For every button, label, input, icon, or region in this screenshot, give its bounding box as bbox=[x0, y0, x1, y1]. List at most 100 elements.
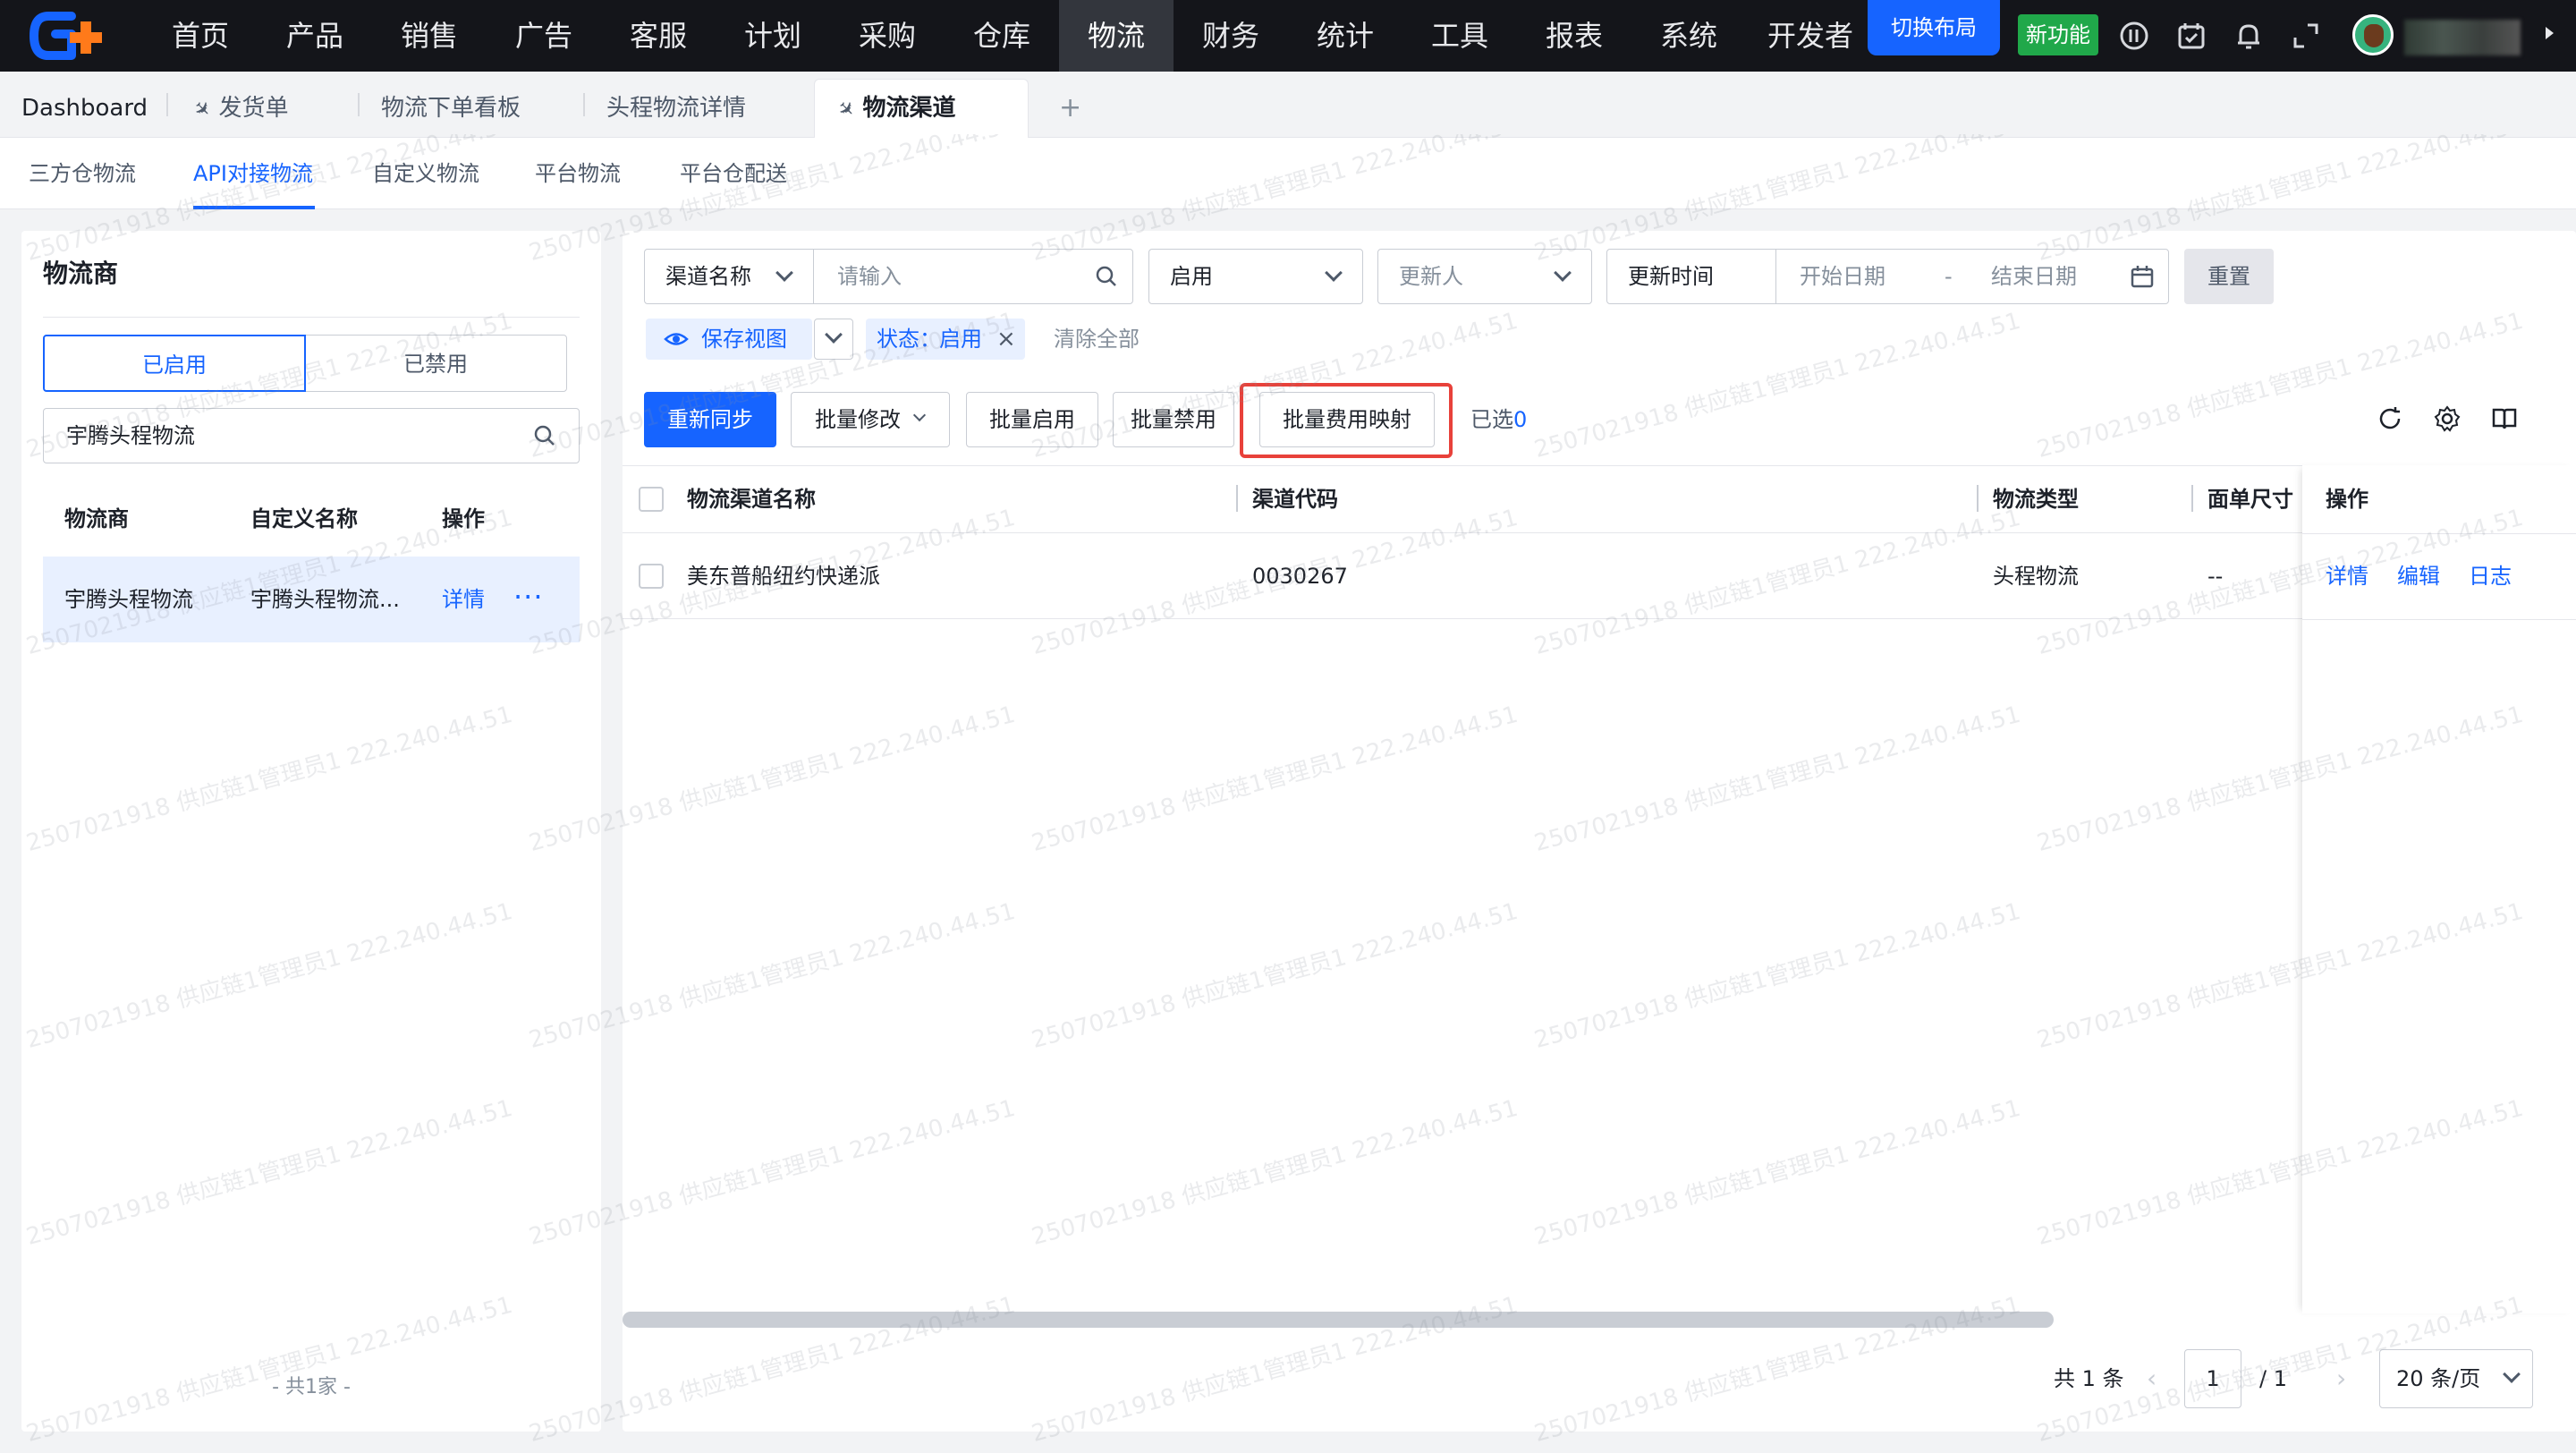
subtab-active-indicator bbox=[193, 206, 315, 209]
clear-all-link[interactable]: 清除全部 bbox=[1054, 319, 1140, 360]
nav-product[interactable]: 产品 bbox=[279, 0, 351, 72]
page-tab-first-leg-detail[interactable]: 头程物流详情 bbox=[606, 72, 746, 138]
nav-tools[interactable]: 工具 bbox=[1424, 0, 1496, 72]
page-tab-logistics-channel[interactable]: ✈ 物流渠道 bbox=[832, 72, 956, 138]
tab-divider bbox=[583, 93, 585, 116]
new-feature-button[interactable]: 新功能 bbox=[2018, 14, 2098, 55]
batch-disable-button[interactable]: 批量禁用 bbox=[1113, 392, 1234, 447]
prev-page-button[interactable]: ‹ bbox=[2147, 1349, 2157, 1408]
nav-home[interactable]: 首页 bbox=[165, 0, 236, 72]
page-tab-order-board[interactable]: 物流下单看板 bbox=[381, 72, 521, 138]
column-header-actions: 操作 bbox=[442, 506, 485, 531]
next-page-button[interactable]: › bbox=[2336, 1349, 2346, 1408]
app-logo-icon[interactable] bbox=[29, 11, 118, 61]
nav-plan[interactable]: 计划 bbox=[737, 0, 809, 72]
search-icon[interactable] bbox=[531, 422, 558, 449]
add-tab-button[interactable]: + bbox=[1059, 72, 1081, 138]
close-icon[interactable]: × bbox=[996, 319, 1016, 360]
carrier-custom-name: 宇腾头程物流... bbox=[250, 587, 400, 612]
page-tab-dashboard[interactable]: Dashboard bbox=[21, 72, 148, 138]
fullscreen-icon[interactable] bbox=[2290, 20, 2322, 52]
subtab-custom-logistics[interactable]: 自定义物流 bbox=[372, 138, 479, 209]
switch-layout-button[interactable]: 切换布局 bbox=[1868, 0, 2000, 55]
start-date-placeholder[interactable]: 开始日期 bbox=[1800, 249, 1885, 304]
nav-customer-service[interactable]: 客服 bbox=[623, 0, 694, 72]
column-header-actions: 操作 bbox=[2326, 487, 2368, 512]
nav-logistics[interactable]: 物流 bbox=[1059, 0, 1174, 72]
nav-ads[interactable]: 广告 bbox=[508, 0, 580, 72]
caret-right-icon[interactable] bbox=[2546, 27, 2554, 39]
actions-fixed-column: 操作 详情 编辑 日志 bbox=[2302, 465, 2576, 1313]
filter-tag-value: 启用 bbox=[939, 327, 982, 352]
row-checkbox[interactable] bbox=[639, 564, 664, 589]
subtab-api-logistics[interactable]: API对接物流 bbox=[193, 138, 313, 209]
subtab-platform-logistics[interactable]: 平台物流 bbox=[535, 138, 621, 209]
segment-enabled[interactable]: 已启用 bbox=[43, 335, 306, 392]
reset-button[interactable]: 重置 bbox=[2184, 249, 2274, 304]
total-pages: / 1 bbox=[2259, 1366, 2287, 1391]
save-view-button[interactable]: 保存视图 bbox=[646, 319, 812, 360]
select-all-checkbox[interactable] bbox=[639, 487, 664, 512]
segment-disabled[interactable]: 已禁用 bbox=[304, 335, 567, 392]
book-icon[interactable] bbox=[2490, 404, 2519, 433]
eye-icon bbox=[664, 333, 689, 345]
detail-link[interactable]: 详情 bbox=[2326, 533, 2368, 619]
nav-reports[interactable]: 报表 bbox=[1538, 0, 1610, 72]
column-resizer[interactable] bbox=[1977, 485, 1979, 512]
updater-placeholder: 更新人 bbox=[1399, 264, 1463, 289]
resync-button[interactable]: 重新同步 bbox=[644, 392, 776, 447]
batch-edit-button[interactable]: 批量修改 bbox=[791, 392, 950, 447]
channel-name-placeholder: 请输入 bbox=[837, 264, 902, 289]
subtab-platform-warehouse[interactable]: 平台仓配送 bbox=[680, 138, 787, 209]
nav-sales[interactable]: 销售 bbox=[394, 0, 465, 72]
nav-warehouse[interactable]: 仓库 bbox=[966, 0, 1038, 72]
batch-enable-button[interactable]: 批量启用 bbox=[966, 392, 1098, 447]
log-link[interactable]: 日志 bbox=[2469, 533, 2512, 619]
column-header-channel-code: 渠道代码 bbox=[1252, 487, 1338, 512]
page-size-select[interactable]: 20 条/页 bbox=[2379, 1349, 2533, 1408]
page-tab-shipments[interactable]: ✈ 发货单 bbox=[188, 72, 288, 138]
more-icon[interactable]: ··· bbox=[513, 557, 544, 637]
edit-link[interactable]: 编辑 bbox=[2397, 533, 2440, 619]
save-view-dropdown[interactable] bbox=[814, 319, 853, 360]
column-resizer[interactable] bbox=[1236, 485, 1238, 512]
refresh-icon[interactable] bbox=[2376, 404, 2404, 433]
tab-divider bbox=[358, 93, 360, 116]
nav-finance[interactable]: 财务 bbox=[1195, 0, 1267, 72]
page-input[interactable]: 1 bbox=[2184, 1349, 2241, 1408]
nav-developer[interactable]: 开发者 bbox=[1767, 0, 1868, 72]
selected-label: 已选 bbox=[1470, 407, 1513, 432]
nav-purchase[interactable]: 采购 bbox=[852, 0, 923, 72]
end-date-placeholder[interactable]: 结束日期 bbox=[1991, 249, 2077, 304]
gear-icon[interactable] bbox=[2433, 404, 2462, 433]
username-redacted[interactable] bbox=[2404, 20, 2521, 55]
nav-system[interactable]: 系统 bbox=[1653, 0, 1724, 72]
column-resizer[interactable] bbox=[2191, 485, 2193, 512]
field-select-value: 渠道名称 bbox=[665, 264, 751, 289]
label-size-cell: -- bbox=[2207, 564, 2224, 589]
column-header-label-size: 面单尺寸 bbox=[2207, 487, 2293, 512]
page-tab-label: 物流渠道 bbox=[862, 95, 956, 122]
column-header-channel-name: 物流渠道名称 bbox=[687, 487, 816, 512]
carrier-name: 宇腾头程物流 bbox=[64, 587, 193, 612]
calendar-check-icon[interactable] bbox=[2175, 20, 2207, 52]
calendar-icon[interactable] bbox=[2129, 263, 2156, 290]
scrollbar-thumb[interactable] bbox=[623, 1312, 2054, 1328]
bell-icon[interactable] bbox=[2233, 20, 2265, 52]
avatar[interactable] bbox=[2352, 14, 2394, 55]
selected-number: 0 bbox=[1513, 407, 1528, 432]
status-select-value: 启用 bbox=[1170, 264, 1213, 289]
column-header-custom-name: 自定义名称 bbox=[250, 506, 358, 531]
carrier-detail-link[interactable]: 详情 bbox=[442, 557, 485, 642]
search-icon[interactable] bbox=[1093, 263, 1120, 290]
save-view-label: 保存视图 bbox=[701, 327, 787, 352]
help-icon[interactable] bbox=[2118, 20, 2150, 52]
channel-code-cell: 0030267 bbox=[1252, 564, 1348, 589]
filter-tag-label: 状态： bbox=[877, 327, 941, 352]
column-header-logistics-type: 物流类型 bbox=[1993, 487, 2079, 512]
subtab-3pl-logistics[interactable]: 三方仓物流 bbox=[29, 138, 136, 209]
table-row[interactable] bbox=[623, 533, 2576, 619]
total-count: 共 1 条 bbox=[2054, 1366, 2124, 1391]
nav-statistics[interactable]: 统计 bbox=[1309, 0, 1381, 72]
selected-count: 已选0 bbox=[1470, 392, 1527, 447]
